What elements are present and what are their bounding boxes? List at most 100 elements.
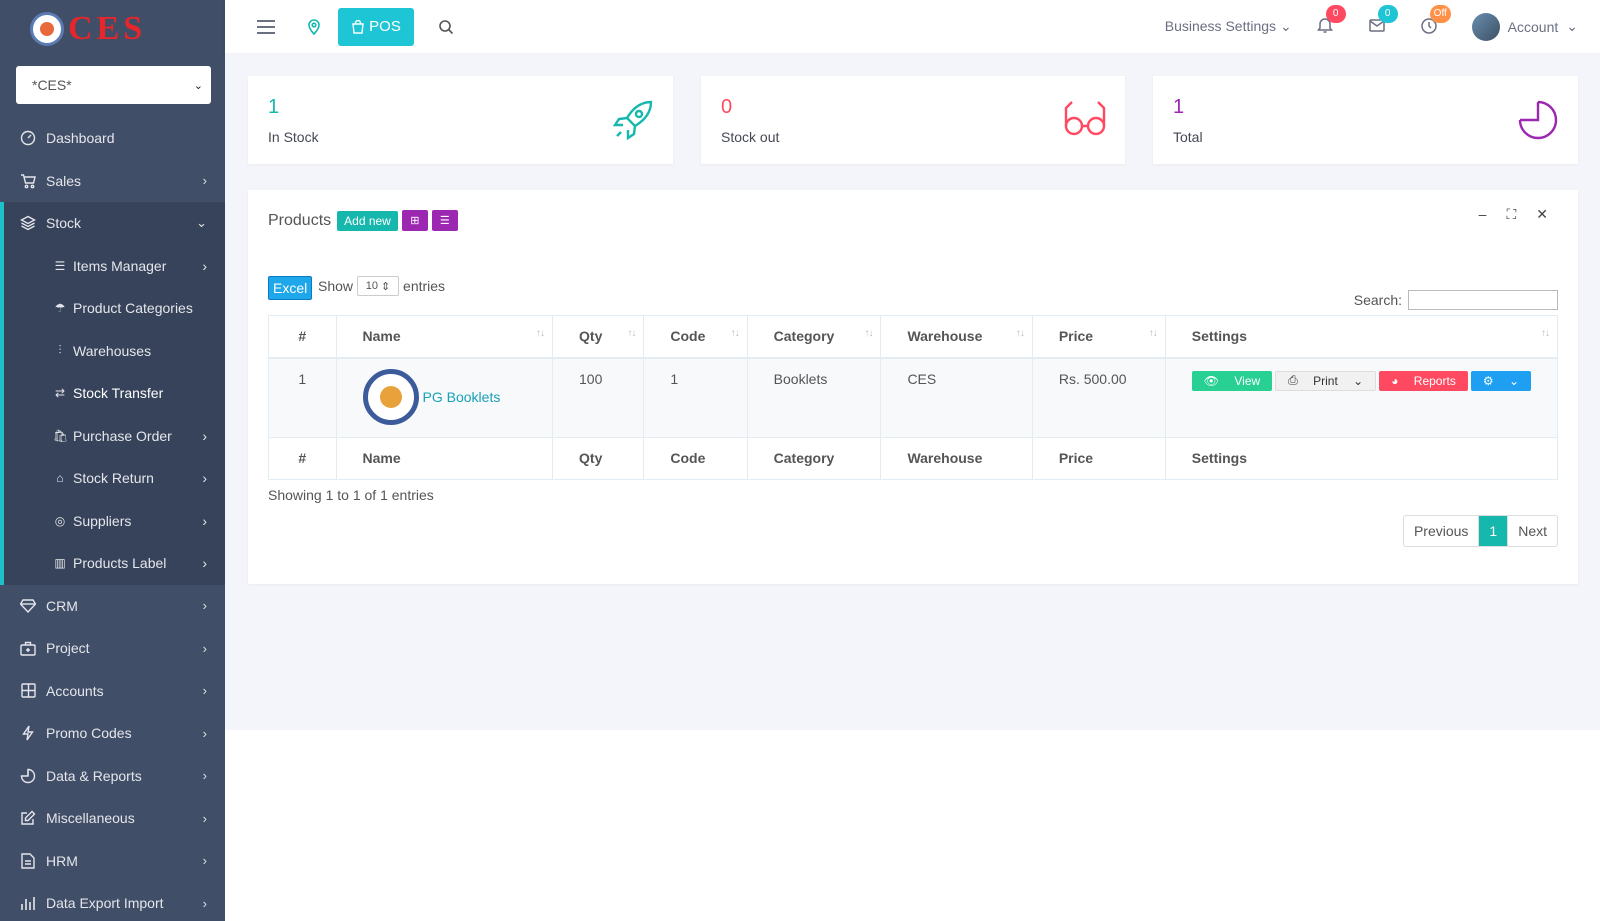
reports-button[interactable]: ◕ Reports [1379,370,1468,391]
column-header-category[interactable]: Category ↑↓ [746,315,882,359]
cell-category: Booklets [746,357,882,438]
sidebar-item-hrm[interactable]: HRM › [0,840,225,883]
product-thumbnail[interactable] [362,368,419,425]
notifications-button[interactable]: 0 [1316,4,1346,38]
expand-icon[interactable]: ⛶ [1506,206,1516,223]
column-header-qty[interactable]: Qty ↑↓ [552,315,645,359]
column-header-name[interactable]: Name ↑↓ [335,315,554,359]
menu-toggle-icon[interactable] [257,19,275,34]
account-label: Account [1507,18,1559,35]
pie-chart-icon: ◕ [1391,373,1399,388]
add-new-button[interactable]: Add new [337,210,398,231]
footer-header-settings: Settings [1164,436,1559,480]
sidebar-subitem-suppliers[interactable]: ◎ Suppliers › [4,500,225,543]
eye-icon: 👁 [1203,373,1220,388]
sort-icon: ↑↓ [1148,328,1158,339]
printer-icon: ⎙ [1288,373,1298,387]
sidebar-item-miscellaneous[interactable]: Miscellaneous › [0,797,225,840]
previous-page-button[interactable]: Previous [1404,516,1480,546]
barcode-icon: ▥ [54,556,66,571]
cell-qty: 100 [552,357,645,438]
sidebar-item-data-reports[interactable]: Data & Reports › [0,755,225,798]
chevron-right-icon: › [202,470,207,487]
sidebar-subitem-label: Stock Transfer [73,385,164,402]
column-header-label: Category [773,328,835,345]
bar-chart-icon [19,894,37,912]
sort-icon: ↑↓ [1015,328,1025,339]
branch-select[interactable]: *CES* ⌄ [16,66,211,104]
updown-icon: ⇕ [381,280,391,293]
search-input[interactable] [1408,290,1558,310]
sidebar-item-label: Project [46,640,90,657]
calculator-icon [19,682,37,700]
target-icon: ◎ [54,513,66,528]
sidebar-subitem-stock-return[interactable]: ⌂ Stock Return › [4,457,225,500]
sort-icon: ↑↓ [1541,328,1550,339]
chevron-right-icon: › [202,725,207,741]
column-header-label: Code [670,328,706,345]
logo-emblem-icon [30,12,64,46]
branch-select-value: *CES* [32,77,72,93]
glasses-icon [1064,101,1106,136]
stat-label: Total [1173,129,1203,145]
transfer-icon: ⇄ [54,386,66,401]
entries-per-page-select[interactable]: 10 ⇕ [357,276,400,296]
cell-price: Rs. 500.00 [1031,357,1166,438]
sidebar-item-stock[interactable]: Stock ⌄ [0,202,225,245]
shopping-bag-icon: 🛍 [53,428,69,443]
stat-card-total: 1 Total [1153,76,1578,164]
sort-icon: ↑↓ [627,328,636,339]
sidebar-item-crm[interactable]: CRM › [0,585,225,628]
sidebar-item-project[interactable]: Project › [0,627,225,670]
chevron-right-icon: › [202,895,207,911]
footer-header-category: Category [746,436,882,480]
sidebar-subitem-warehouses[interactable]: ⫶ Warehouses [4,330,225,373]
sidebar-item-dashboard[interactable]: Dashboard [0,117,225,160]
page-button-current[interactable]: 1 [1479,516,1508,546]
column-header-label: Name [362,328,401,345]
next-page-button[interactable]: Next [1507,516,1557,546]
attendance-clock-button[interactable]: Off [1420,4,1451,38]
product-link[interactable]: PG Booklets [423,389,501,405]
list-icon: ☰ [439,215,450,227]
chevron-right-icon: › [202,555,207,572]
column-header-num[interactable]: # [268,315,337,359]
minimize-icon[interactable]: – [1479,206,1487,223]
view-label: View [1234,373,1261,388]
sidebar-subitem-label: Product Categories [73,300,193,317]
column-header-price[interactable]: Price ↑↓ [1031,315,1166,359]
column-header-code[interactable]: Code ↑↓ [643,315,748,359]
pos-button[interactable]: POS [338,7,414,46]
header-right: Business Settings ⌄ 0 0 Off Account ⌄ [1165,4,1578,41]
list-view-button[interactable]: ☰ [431,210,458,231]
sidebar-item-accounts[interactable]: Accounts › [0,670,225,713]
sidebar-item-promo-codes[interactable]: Promo Codes › [0,712,225,755]
sidebar-subitem-product-categories[interactable]: ☂ Product Categories [4,287,225,330]
sidebar-subitem-purchase-order[interactable]: 🛍 Purchase Order › [4,415,225,458]
close-icon[interactable]: ✕ [1536,206,1548,223]
column-header-settings[interactable]: Settings ↑↓ [1164,315,1559,359]
account-menu[interactable]: Account ⌄ [1471,12,1578,41]
sidebar-item-data-export-import[interactable]: Data Export Import › [0,882,225,921]
brand-logo[interactable]: CES [0,0,225,58]
sidebar-item-sales[interactable]: Sales › [0,160,225,203]
column-header-warehouse[interactable]: Warehouse ↑↓ [880,315,1033,359]
pagination: Previous 1 Next [1402,515,1558,547]
print-dropdown-button[interactable]: ⎙ Print ⌄ [1275,370,1377,391]
sidebar-subitem-stock-transfer[interactable]: ⇄ Stock Transfer [4,372,225,415]
view-button[interactable]: 👁 View [1191,370,1273,391]
messages-button[interactable]: 0 [1368,4,1398,38]
search-icon[interactable] [438,19,454,35]
sidebar-item-label: Accounts [46,682,104,699]
excel-export-button[interactable]: Excel [268,276,313,300]
sidebar-subitem-items-manager[interactable]: ☰ Items Manager › [4,245,225,288]
table-info: Showing 1 to 1 of 1 entries [268,487,434,503]
settings-dropdown-button[interactable]: ⚙ ⌄ [1470,370,1531,391]
business-settings-menu[interactable]: Business Settings ⌄ [1165,18,1292,35]
location-pin-icon[interactable] [305,18,323,36]
gear-icon: ⚙ [1482,373,1494,388]
edit-icon [19,809,37,827]
cell-warehouse: CES [880,357,1033,438]
grid-view-button[interactable]: ⊞ [401,210,428,231]
sidebar-subitem-products-label[interactable]: ▥ Products Label › [4,542,225,585]
